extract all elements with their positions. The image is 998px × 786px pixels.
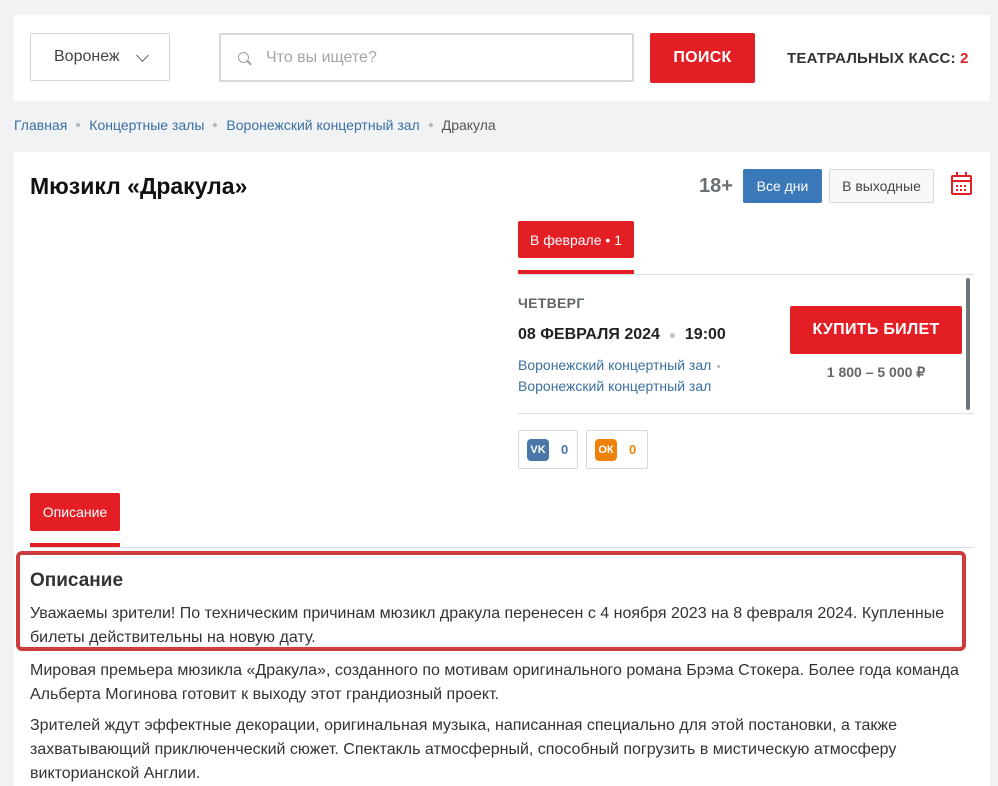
description-paragraph: Зрителей ждут эффектные декорации, ориги… bbox=[30, 717, 897, 782]
share-ok-count: 0 bbox=[629, 442, 637, 457]
breadcrumb-home[interactable]: Главная bbox=[14, 117, 67, 133]
event-card: Мюзикл «Дракула» 18+ Все дни В выходные … bbox=[14, 152, 990, 786]
search-box bbox=[219, 33, 634, 82]
breadcrumb-separator bbox=[213, 123, 218, 127]
search-button[interactable]: ПОИСК bbox=[650, 33, 755, 83]
breadcrumb-separator bbox=[76, 123, 81, 127]
header-bar: Воронеж ПОИСК ТЕАТРАЛЬНЫХ КАСС: 2 bbox=[14, 15, 990, 101]
chevron-down-icon bbox=[136, 49, 149, 62]
city-select-value: Воронеж bbox=[54, 48, 120, 65]
city-select[interactable]: Воронеж bbox=[30, 33, 170, 81]
calendar-ring bbox=[965, 172, 967, 177]
session-date: 08 ФЕВРАЛЯ 2024 bbox=[518, 326, 660, 343]
tab-description[interactable]: Описание bbox=[30, 493, 120, 531]
scrollbar[interactable] bbox=[966, 278, 970, 410]
filter-weekend-button[interactable]: В выходные bbox=[829, 169, 934, 203]
tab-month-february[interactable]: В феврале • 1 bbox=[518, 221, 634, 258]
share-vk-button[interactable]: VK 0 bbox=[518, 430, 578, 469]
search-input[interactable] bbox=[266, 35, 626, 80]
page-title: Мюзикл «Дракула» bbox=[30, 173, 248, 199]
description-notice: Уважаемы зрители! По техническим причина… bbox=[30, 605, 945, 646]
share-ok-button[interactable]: ОК 0 bbox=[586, 430, 648, 469]
separator-dot bbox=[669, 332, 675, 338]
session-weekday: ЧЕТВЕРГ bbox=[518, 295, 585, 311]
breadcrumb: Главная Концертные залы Воронежский конц… bbox=[14, 117, 496, 133]
breadcrumb-current: Дракула bbox=[441, 117, 496, 133]
search-icon bbox=[238, 52, 249, 63]
session-venue: Воронежский концертный зал Воронежский к… bbox=[518, 355, 721, 397]
session-time: 19:00 bbox=[684, 326, 726, 343]
buy-ticket-button[interactable]: КУПИТЬ БИЛЕТ bbox=[790, 306, 962, 354]
share-vk-count: 0 bbox=[561, 442, 569, 457]
boxoffice-info[interactable]: ТЕАТРАЛЬНЫХ КАСС: 2 bbox=[787, 50, 969, 67]
divider bbox=[30, 547, 974, 548]
calendar-icon[interactable] bbox=[951, 172, 972, 195]
breadcrumb-concert-halls[interactable]: Концертные залы bbox=[89, 117, 204, 133]
divider bbox=[518, 413, 974, 414]
venue-hall-link[interactable]: Воронежский концертный зал bbox=[518, 378, 711, 394]
calendar-ring bbox=[956, 172, 958, 177]
ticket-price: 1 800 – 5 000 ₽ bbox=[826, 364, 926, 380]
boxoffice-label: ТЕАТРАЛЬНЫХ КАСС: bbox=[787, 50, 956, 67]
age-rating: 18+ bbox=[699, 175, 733, 197]
description-paragraph: Мировая премьера мюзикла «Дракула», созд… bbox=[30, 662, 959, 703]
boxoffice-count: 2 bbox=[960, 50, 969, 67]
divider bbox=[518, 274, 974, 275]
separator-dot bbox=[717, 364, 721, 368]
vk-icon: VK bbox=[527, 438, 549, 461]
description-heading: Описание bbox=[30, 570, 124, 591]
venue-link[interactable]: Воронежский концертный зал bbox=[518, 357, 711, 373]
odnoklassniki-icon: ОК bbox=[595, 438, 617, 461]
breadcrumb-venue[interactable]: Воронежский концертный зал bbox=[226, 117, 419, 133]
session-datetime: 08 ФЕВРАЛЯ 2024 19:00 bbox=[518, 326, 726, 344]
filter-all-days-button[interactable]: Все дни bbox=[743, 169, 822, 203]
breadcrumb-separator bbox=[428, 123, 433, 127]
